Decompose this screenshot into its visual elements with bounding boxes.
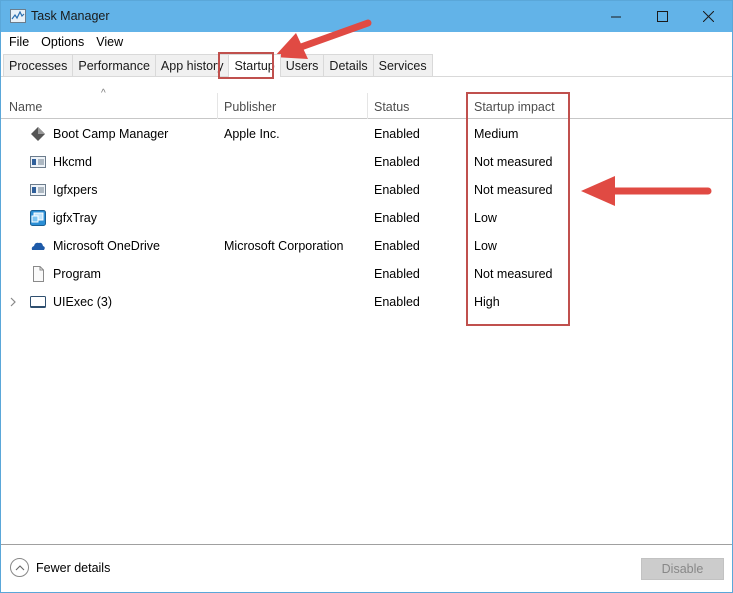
table-row[interactable]: Microsoft OneDrive Microsoft Corporation… xyxy=(1,232,732,260)
footer-bar: Fewer details Disable xyxy=(1,544,732,592)
disable-button[interactable]: Disable xyxy=(641,558,724,580)
table-row[interactable]: Hkcmd Enabled Not measured xyxy=(1,148,732,176)
task-manager-window: Task Manager File Options View Processes… xyxy=(0,0,733,593)
maximize-icon xyxy=(656,11,668,22)
row-name: Hkcmd xyxy=(53,155,92,169)
window-title: Task Manager xyxy=(31,9,110,23)
task-manager-app-icon xyxy=(10,9,26,23)
chevron-up-circle-icon xyxy=(10,558,29,577)
tab-processes[interactable]: Processes xyxy=(3,54,74,76)
fewer-details-button[interactable]: Fewer details xyxy=(10,558,110,577)
menu-options[interactable]: Options xyxy=(35,32,90,53)
row-status: Enabled xyxy=(374,295,420,309)
row-name: Program xyxy=(53,267,101,281)
app-window-icon xyxy=(30,184,46,196)
intel-graphics-icon xyxy=(30,210,46,226)
tab-performance[interactable]: Performance xyxy=(72,54,156,76)
row-name: Microsoft OneDrive xyxy=(53,239,160,253)
row-name: Boot Camp Manager xyxy=(53,127,169,141)
row-status: Enabled xyxy=(374,239,420,253)
row-status: Enabled xyxy=(374,183,420,197)
row-name: UIExec (3) xyxy=(53,295,113,309)
maximize-button[interactable] xyxy=(639,1,685,32)
row-name: Igfxpers xyxy=(53,183,98,197)
minimize-icon xyxy=(611,16,621,17)
window-frame-icon xyxy=(30,296,46,308)
row-status: Enabled xyxy=(374,127,420,141)
close-icon xyxy=(702,11,714,22)
row-publisher: Apple Inc. xyxy=(224,127,280,141)
column-header-publisher[interactable]: Publisher xyxy=(218,93,367,119)
startup-impact-highlight-box xyxy=(466,92,570,326)
table-row[interactable]: UIExec (3) Enabled High xyxy=(1,288,732,316)
startup-tab-highlight-box xyxy=(218,52,274,79)
column-header-name[interactable]: Name xyxy=(3,93,217,119)
app-window-icon xyxy=(30,156,46,168)
fewer-details-label: Fewer details xyxy=(36,560,111,575)
annotation-arrow-to-impact-column xyxy=(581,176,712,206)
minimize-button[interactable] xyxy=(593,1,639,32)
row-publisher: Microsoft Corporation xyxy=(224,239,344,253)
onedrive-cloud-icon xyxy=(31,242,45,250)
close-button[interactable] xyxy=(685,1,731,32)
menu-view[interactable]: View xyxy=(90,32,129,53)
annotation-arrow-to-startup-tab xyxy=(274,19,372,59)
column-header-status[interactable]: Status xyxy=(368,93,467,119)
row-name: igfxTray xyxy=(53,211,97,225)
bootcamp-icon xyxy=(31,127,45,141)
row-status: Enabled xyxy=(374,211,420,225)
table-row[interactable]: Program Enabled Not measured xyxy=(1,260,732,288)
table-row[interactable]: Boot Camp Manager Apple Inc. Enabled Med… xyxy=(1,120,732,148)
tab-services[interactable]: Services xyxy=(372,54,433,76)
menu-file[interactable]: File xyxy=(3,32,35,53)
chevron-right-icon[interactable] xyxy=(9,296,17,308)
row-status: Enabled xyxy=(374,267,420,281)
blank-file-icon xyxy=(33,266,44,282)
table-header: Name Publisher Status Startup impact xyxy=(1,93,732,119)
row-status: Enabled xyxy=(374,155,420,169)
